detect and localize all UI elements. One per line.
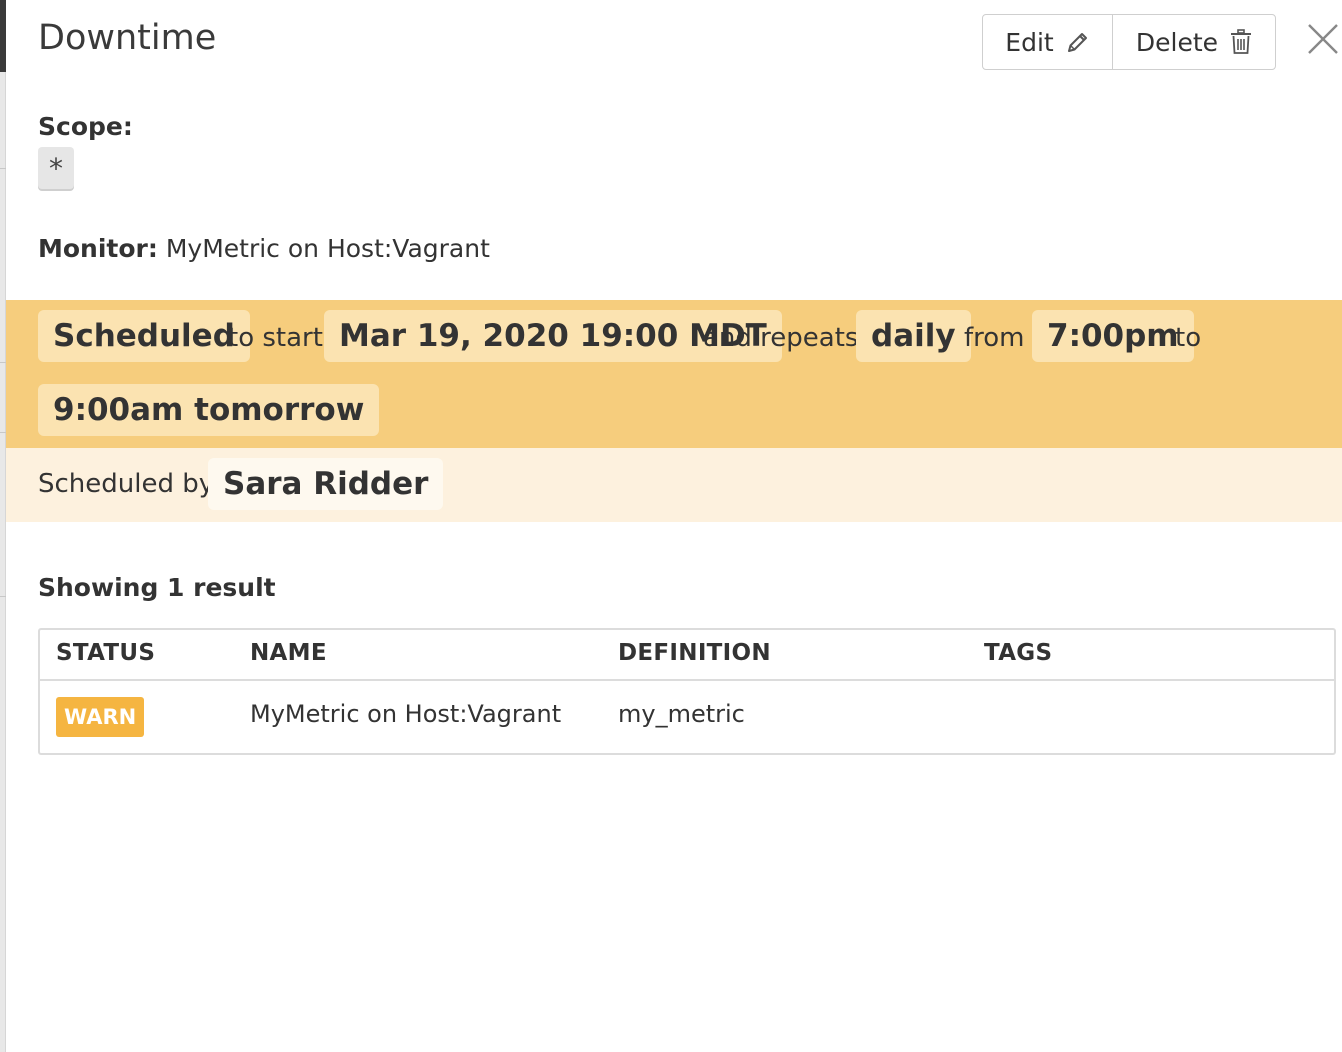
left-edge-dark-segment xyxy=(0,0,6,72)
schedule-status-pill: Scheduled xyxy=(38,310,250,362)
scheduled-by-user: Sara Ridder xyxy=(208,458,444,510)
row-definition: my_metric xyxy=(618,700,745,728)
pencil-icon xyxy=(1066,30,1090,54)
scope-tag: * xyxy=(38,147,74,189)
monitor-label: Monitor: xyxy=(38,234,158,263)
scope-label: Scope: xyxy=(38,112,133,141)
action-button-group: Edit Delete xyxy=(982,14,1276,70)
edit-button[interactable]: Edit xyxy=(983,15,1113,69)
column-header-tags[interactable]: TAGS xyxy=(984,640,1052,666)
results-count-heading: Showing 1 result xyxy=(38,573,276,602)
results-table: STATUS NAME DEFINITION TAGS WARN MyMetri… xyxy=(38,628,1336,755)
schedule-summary-band: Scheduled to start Mar 19, 2020 19:00 MD… xyxy=(6,300,1342,448)
monitor-line: Monitor: MyMetric on Host:Vagrant xyxy=(38,234,490,263)
schedule-from-time-pill: 7:00pm xyxy=(1032,310,1194,362)
row-monitor-name[interactable]: MyMetric on Host:Vagrant xyxy=(250,700,561,728)
monitor-name: MyMetric on Host:Vagrant xyxy=(165,234,490,263)
scheduled-by-text: Scheduled by xyxy=(38,469,215,499)
left-edge-divider xyxy=(0,596,6,597)
delete-button[interactable]: Delete xyxy=(1113,15,1275,69)
column-header-status[interactable]: STATUS xyxy=(56,640,155,666)
page-title: Downtime xyxy=(38,18,217,58)
trash-icon xyxy=(1230,29,1252,55)
schedule-to-time-pill: 9:00am tomorrow xyxy=(38,384,380,436)
scheduled-by-band: Scheduled by Sara Ridder xyxy=(6,448,1342,522)
status-badge: WARN xyxy=(56,697,145,737)
close-icon[interactable] xyxy=(1306,22,1340,56)
table-row[interactable]: WARN MyMetric on Host:Vagrant my_metric xyxy=(40,681,1334,753)
column-header-definition[interactable]: DEFINITION xyxy=(618,640,771,666)
schedule-frequency-pill: daily xyxy=(856,310,971,362)
edit-button-label: Edit xyxy=(1005,27,1054,57)
schedule-from-text: from xyxy=(964,323,1025,353)
schedule-to-start-text: to start xyxy=(228,323,323,353)
schedule-repeats-text: and repeats xyxy=(703,323,859,353)
column-header-name[interactable]: NAME xyxy=(250,640,327,666)
schedule-to-text: to xyxy=(1175,323,1202,353)
table-header-row: STATUS NAME DEFINITION TAGS xyxy=(40,630,1334,681)
left-panel-edge xyxy=(0,0,6,1052)
delete-button-label: Delete xyxy=(1135,27,1219,57)
left-edge-divider xyxy=(0,168,6,169)
